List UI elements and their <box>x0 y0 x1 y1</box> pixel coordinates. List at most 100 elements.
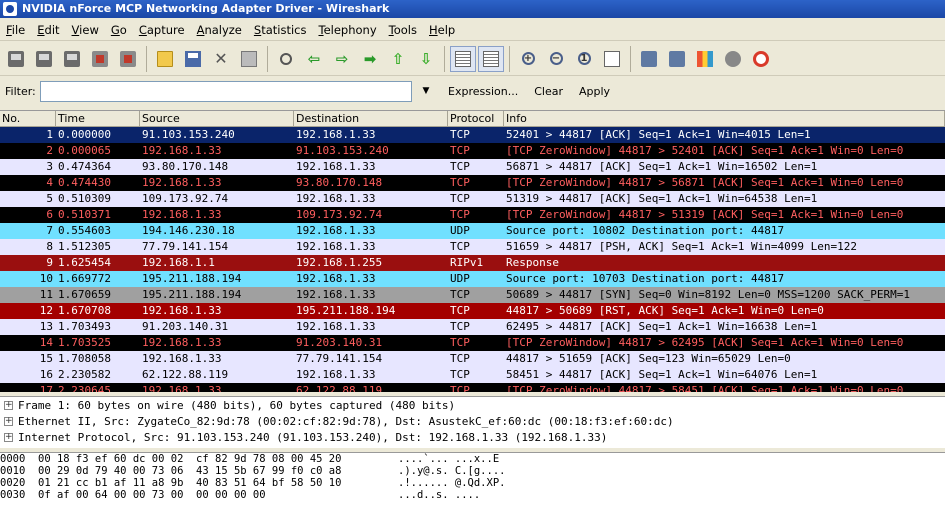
packet-cell-dst: 62.122.88.119 <box>296 384 383 392</box>
packet-cell-no: 13 <box>39 320 53 333</box>
detail-tree-item[interactable]: + Frame 1: 60 bytes on wire (480 bits), 6… <box>0 397 945 413</box>
expression-button[interactable]: Expression... <box>444 85 522 98</box>
help-icon <box>753 50 769 67</box>
colorize-button[interactable] <box>450 45 476 72</box>
help-button[interactable] <box>748 46 774 72</box>
column-header-protocol[interactable]: Protocol <box>448 111 504 126</box>
packet-cell-src: 195.211.188.194 <box>142 288 242 301</box>
capture-filters-button[interactable] <box>636 46 662 72</box>
go-back-button[interactable]: ⇦ <box>301 46 327 72</box>
packet-cell-no: 15 <box>39 352 53 365</box>
packet-cell-proto: TCP <box>450 128 470 141</box>
zoom-out-button[interactable]: − <box>543 46 569 72</box>
display-filters-button[interactable] <box>664 46 690 72</box>
go-first-button[interactable]: ⇧ <box>385 46 411 72</box>
toolbar-separator <box>444 45 445 72</box>
packet-row[interactable]: 9 1.625454 192.168.1.1 192.168.1.255 RIPv1 Re… <box>0 255 945 271</box>
hex-row[interactable]: 0020 01 21 cc b1 af 11 a8 9b 40 83 51 64 … <box>0 477 945 489</box>
packet-row[interactable]: 17 2.230645 192.168.1.33 62.122.88.119 TCP [T… <box>0 383 945 392</box>
menu-edit[interactable]: Edit <box>31 19 65 41</box>
preferences-button[interactable] <box>720 46 746 72</box>
go-last-button[interactable]: ⇩ <box>413 46 439 72</box>
auto-scroll-button[interactable] <box>478 45 504 72</box>
print-button[interactable] <box>236 46 262 72</box>
zoom-in-button[interactable]: + <box>515 46 541 72</box>
packet-row[interactable]: 7 0.554603 194.146.230.18 192.168.1.33 UDP So… <box>0 223 945 239</box>
restart-capture-button[interactable] <box>115 46 141 72</box>
expand-icon[interactable]: + <box>4 400 13 410</box>
menu-analyze[interactable]: Analyze <box>191 19 248 41</box>
packet-row[interactable]: 15 1.708058 192.168.1.33 77.79.141.154 TCP 44… <box>0 351 945 367</box>
packet-cell-info: [TCP ZeroWindow] 44817 > 56871 [ACK] Seq… <box>506 176 904 189</box>
hex-ascii: .).y@.s. C.[g.... <box>398 465 506 477</box>
expand-icon[interactable]: + <box>4 416 13 426</box>
packet-row[interactable]: 8 1.512305 77.79.141.154 192.168.1.33 TCP 516… <box>0 239 945 255</box>
packet-cell-proto: TCP <box>450 144 470 157</box>
stop-capture-button[interactable] <box>87 46 113 72</box>
coloring-rules-button[interactable] <box>692 46 718 72</box>
packet-row[interactable]: 4 0.474430 192.168.1.33 93.80.170.148 TCP [TC… <box>0 175 945 191</box>
expand-icon[interactable]: + <box>4 432 13 442</box>
open-button[interactable] <box>152 46 178 72</box>
column-header-destination[interactable]: Destination <box>294 111 448 126</box>
interfaces-button[interactable] <box>3 46 29 72</box>
packet-cell-src: 192.168.1.33 <box>142 176 222 189</box>
packet-row[interactable]: 3 0.474364 93.80.170.148 192.168.1.33 TCP 568… <box>0 159 945 175</box>
detail-text: Internet Protocol, Src: 91.103.153.240 (… <box>18 430 608 444</box>
packet-row[interactable]: 16 2.230582 62.122.88.119 192.168.1.33 TCP 58… <box>0 367 945 383</box>
packet-row[interactable]: 10 1.669772 195.211.188.194 192.168.1.33 UDP… <box>0 271 945 287</box>
packet-row[interactable]: 13 1.703493 91.203.140.31 192.168.1.33 TCP 62… <box>0 319 945 335</box>
packet-row[interactable]: 2 0.000065 192.168.1.33 91.103.153.240 TCP [T… <box>0 143 945 159</box>
go-forward-button[interactable]: ⇨ <box>329 46 355 72</box>
resize-columns-button[interactable] <box>599 46 625 72</box>
print-icon <box>241 50 257 67</box>
detail-tree-item[interactable]: + Ethernet II, Src: ZygateCo_82:9d:78 (00… <box>0 413 945 429</box>
go-to-packet-button[interactable]: ➡ <box>357 46 383 72</box>
menu-statistics[interactable]: Statistics <box>248 19 313 41</box>
capture-options-icon <box>36 50 52 67</box>
column-header-info[interactable]: Info <box>504 111 945 126</box>
packet-cell-dst: 192.168.1.33 <box>296 240 376 253</box>
column-header-source[interactable]: Source <box>140 111 294 126</box>
hex-row[interactable]: 0030 0f af 00 64 00 00 73 00 00 00 00 00.… <box>0 489 945 501</box>
packet-row[interactable]: 12 1.670708 192.168.1.33 195.211.188.194 TCP… <box>0 303 945 319</box>
filter-dropdown-icon[interactable]: ▼ <box>416 86 436 96</box>
packet-cell-dst: 192.168.1.33 <box>296 288 376 301</box>
menu-file[interactable]: File <box>0 19 31 41</box>
clear-button[interactable]: Clear <box>530 85 567 98</box>
zoom-normal-button[interactable]: 1 <box>571 46 597 72</box>
start-capture-icon <box>64 50 80 67</box>
hex-row[interactable]: 0000 00 18 f3 ef 60 dc 00 02 cf 82 9d 78 … <box>0 453 945 465</box>
detail-tree-item[interactable]: + Internet Protocol, Src: 91.103.153.240 … <box>0 429 945 445</box>
hex-row[interactable]: 0010 00 29 0d 79 40 00 73 06 43 15 5b 67 … <box>0 465 945 477</box>
packet-list[interactable]: No. Time Source Destination Protocol Inf… <box>0 110 945 392</box>
packet-cell-info: 50689 > 44817 [SYN] Seq=0 Win=8192 Len=0… <box>506 288 910 301</box>
packet-details: + Frame 1: 60 bytes on wire (480 bits), 6… <box>0 396 945 448</box>
column-header-no[interactable]: No. <box>0 111 56 126</box>
menu-telephony[interactable]: Telephony <box>312 19 382 41</box>
packet-cell-src: 192.168.1.33 <box>142 208 222 221</box>
menu-help[interactable]: Help <box>423 19 461 41</box>
apply-button[interactable]: Apply <box>575 85 614 98</box>
capture-options-button[interactable] <box>31 46 57 72</box>
packet-row[interactable]: 14 1.703525 192.168.1.33 91.203.140.31 TCP [T… <box>0 335 945 351</box>
find-button[interactable] <box>273 46 299 72</box>
start-capture-button[interactable] <box>59 46 85 72</box>
packet-row[interactable]: 6 0.510371 192.168.1.33 109.173.92.74 TCP [TC… <box>0 207 945 223</box>
filter-input[interactable] <box>40 80 412 102</box>
menu-capture[interactable]: Capture <box>133 19 191 41</box>
packet-cell-dst: 91.203.140.31 <box>296 336 383 349</box>
packet-cell-proto: RIPv1 <box>450 256 484 269</box>
menu-tools[interactable]: Tools <box>383 19 423 41</box>
save-button[interactable] <box>180 46 206 72</box>
hex-ascii: ...d..s. .... <box>398 489 481 501</box>
menu-go[interactable]: Go <box>105 19 133 41</box>
packet-cell-info: [TCP ZeroWindow] 44817 > 51319 [ACK] Seq… <box>506 208 904 221</box>
packet-cell-time: 0.000000 <box>58 128 111 141</box>
packet-row[interactable]: 11 1.670659 195.211.188.194 192.168.1.33 TCP… <box>0 287 945 303</box>
packet-row[interactable]: 1 0.000000 91.103.153.240 192.168.1.33 TCP 52… <box>0 127 945 143</box>
menu-view[interactable]: View <box>66 19 105 41</box>
packet-row[interactable]: 5 0.510309 109.173.92.74 192.168.1.33 TCP 513… <box>0 191 945 207</box>
close-file-button[interactable]: ✕ <box>208 46 234 72</box>
column-header-time[interactable]: Time <box>56 111 140 126</box>
